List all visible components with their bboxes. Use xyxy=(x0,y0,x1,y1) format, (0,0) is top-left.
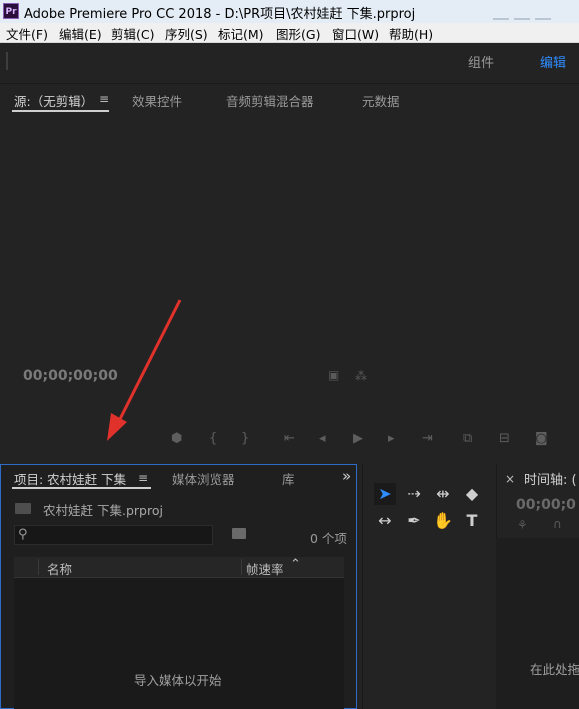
tab-timeline[interactable]: 时间轴: ( xyxy=(524,469,577,488)
search-input[interactable] xyxy=(14,525,213,545)
active-tab-underline xyxy=(12,110,109,112)
type-tool-icon[interactable]: T xyxy=(461,510,483,532)
close-window-icon[interactable] xyxy=(535,18,551,20)
go-to-in-icon[interactable]: ⇤ xyxy=(284,431,295,446)
hand-tool-icon[interactable]: ✋ xyxy=(432,510,454,532)
premiere-app-icon: Pr xyxy=(3,3,19,19)
menu-bar: 文件(F) 编辑(E) 剪辑(C) 序列(S) 标记(M) 图形(G) 窗口(W… xyxy=(0,23,579,43)
razor-tool-icon[interactable]: ◆ xyxy=(461,483,483,505)
tab-source[interactable]: 源:（无剪辑） xyxy=(14,91,93,110)
workspace-assembly[interactable]: 组件 xyxy=(468,52,494,71)
arrow-shaft xyxy=(115,299,182,426)
mark-out-icon[interactable]: } xyxy=(241,431,249,446)
source-monitor-panel xyxy=(0,83,579,463)
window-title: Adobe Premiere Pro CC 2018 - D:\PR项目\农村娃… xyxy=(24,7,416,22)
drop-media-hint: 在此处拖 xyxy=(530,662,579,677)
step-forward-icon[interactable]: ▸ xyxy=(388,431,395,446)
insert-icon[interactable]: ⧉ xyxy=(463,431,472,446)
find-bin-icon[interactable] xyxy=(232,528,246,539)
play-icon[interactable]: ▶ xyxy=(353,431,363,446)
menu-window[interactable]: 窗口(W) xyxy=(332,24,379,43)
slip-tool-icon[interactable]: ↔ xyxy=(374,510,396,532)
panel-menu-icon[interactable]: ≡ xyxy=(138,471,148,485)
menu-file[interactable]: 文件(F) xyxy=(6,24,48,43)
menu-clip[interactable]: 剪辑(C) xyxy=(111,24,154,43)
track-select-tool-icon[interactable]: ⇢ xyxy=(403,483,425,505)
grip-handle[interactable] xyxy=(6,52,8,70)
column-divider[interactable] xyxy=(241,559,242,575)
settings-icon[interactable]: ▣ xyxy=(328,368,339,382)
menu-marker[interactable]: 标记(M) xyxy=(218,24,264,43)
menu-edit[interactable]: 编辑(E) xyxy=(59,24,102,43)
selection-tool-icon[interactable]: ➤ xyxy=(374,483,396,505)
export-frame-icon[interactable]: ◙ xyxy=(535,431,548,446)
snap-icon[interactable]: ⚘ xyxy=(517,518,528,532)
mark-in-icon[interactable]: { xyxy=(209,431,217,446)
close-icon[interactable]: × xyxy=(505,472,515,486)
column-frame-rate-header[interactable]: 帧速率 xyxy=(246,559,284,578)
tab-audio-clip-mixer[interactable]: 音频剪辑混合器 xyxy=(226,91,314,110)
tab-media-browser[interactable]: 媒体浏览器 xyxy=(172,469,235,488)
arrow-head xyxy=(107,413,127,441)
overwrite-icon[interactable]: ⊟ xyxy=(499,431,510,446)
timeline-track-area[interactable] xyxy=(496,538,579,709)
menu-help[interactable]: 帮助(H) xyxy=(389,24,433,43)
linked-selection-icon[interactable]: ∩ xyxy=(553,517,562,531)
maximize-icon[interactable] xyxy=(514,18,530,20)
project-file-name: 农村娃赶 下集.prproj xyxy=(43,503,163,518)
go-to-out-icon[interactable]: ⇥ xyxy=(422,431,433,446)
menu-sequence[interactable]: 序列(S) xyxy=(165,24,208,43)
import-media-hint: 导入媒体以开始 xyxy=(134,673,222,688)
workspace-editing[interactable]: 编辑 xyxy=(540,52,566,71)
overflow-icon[interactable]: » xyxy=(342,467,351,485)
project-list[interactable] xyxy=(14,578,344,709)
panel-menu-icon[interactable]: ≡ xyxy=(99,92,109,106)
window-controls[interactable] xyxy=(493,5,573,20)
column-name-header[interactable]: 名称 xyxy=(47,559,72,578)
search-icon: ⚲ xyxy=(18,527,28,542)
active-tab-underline xyxy=(12,487,151,489)
step-back-icon[interactable]: ◂ xyxy=(319,431,326,446)
annotation-arrow xyxy=(107,299,182,441)
item-count: 0 个项 xyxy=(310,531,347,546)
tab-metadata[interactable]: 元数据 xyxy=(362,91,400,110)
timeline-timecode[interactable]: 00;00;0 xyxy=(516,497,576,513)
pen-tool-icon[interactable]: ✒ xyxy=(403,510,425,532)
sort-ascending-icon[interactable]: ⌃ xyxy=(290,557,301,572)
drag-video-audio-icon[interactable]: ⁂ xyxy=(355,369,367,383)
tab-effect-controls[interactable]: 效果控件 xyxy=(132,91,182,110)
tab-libraries[interactable]: 库 xyxy=(282,469,295,488)
folder-icon xyxy=(15,503,31,514)
ripple-edit-tool-icon[interactable]: ⇹ xyxy=(432,483,454,505)
menu-graphics[interactable]: 图形(G) xyxy=(276,24,320,43)
column-divider[interactable] xyxy=(38,559,39,575)
tab-project[interactable]: 项目: 农村娃赶 下集 xyxy=(14,469,126,488)
minimize-icon[interactable] xyxy=(493,18,509,20)
